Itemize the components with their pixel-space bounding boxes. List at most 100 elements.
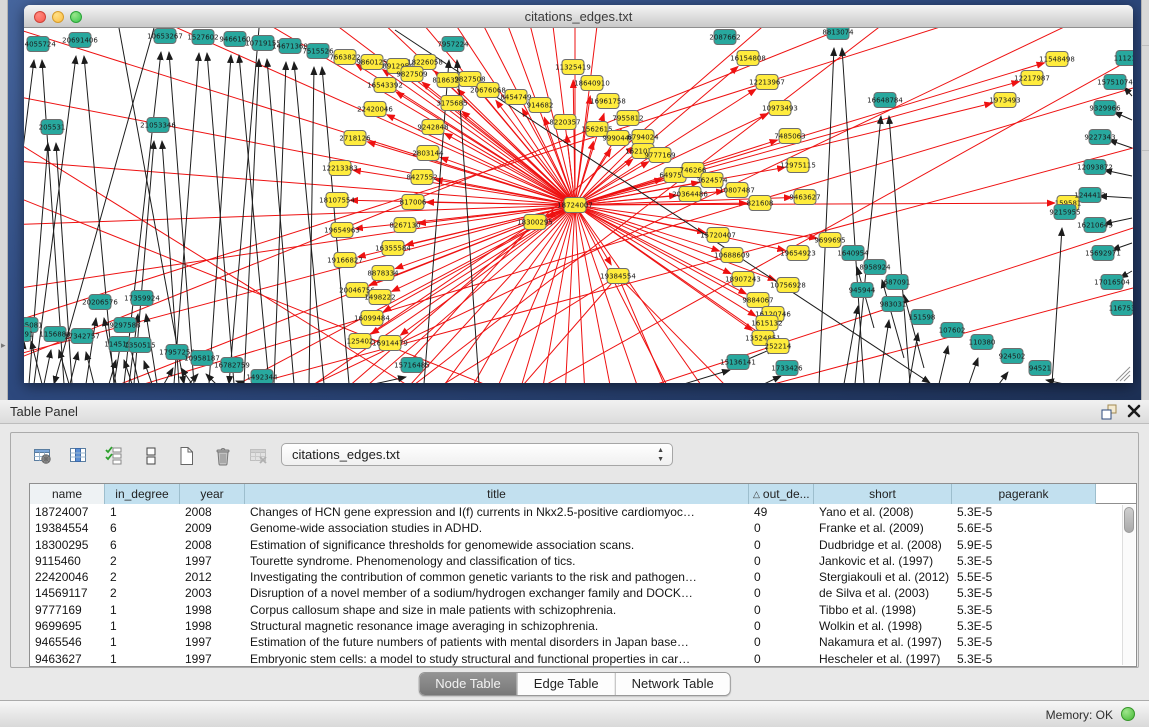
table-row[interactable]: 1830029562008Estimation of significance … (30, 537, 1136, 553)
memory-status-icon[interactable] (1121, 707, 1135, 721)
column-header-name[interactable]: name (30, 484, 105, 504)
graph-node[interactable]: 1527602 (187, 30, 218, 45)
graph-node[interactable]: 9699695 (814, 233, 845, 248)
graph-node[interactable]: 8878334 (367, 266, 399, 281)
table-row[interactable]: 1872400712008Changes of HCN gene express… (30, 504, 1136, 520)
column-header-out_degree[interactable]: △out_de... (749, 484, 814, 504)
graph-node[interactable]: 1640954 (837, 246, 869, 261)
graph-node[interactable]: 19654923 (780, 246, 816, 261)
graph-node[interactable]: 18107554 (319, 193, 355, 208)
tab-node-table[interactable]: Node Table (419, 673, 517, 695)
select-rows-icon[interactable] (100, 443, 130, 469)
table-selector-dropdown[interactable]: citations_edges.txt ▲▼ (281, 443, 673, 466)
graph-node[interactable]: 9242848 (417, 120, 448, 135)
graph-node[interactable]: 15751074 (1097, 75, 1133, 90)
graph-node[interactable]: 16961758 (590, 94, 626, 109)
graph-node[interactable]: 2087662 (709, 30, 740, 45)
delete-column-icon[interactable] (208, 443, 238, 469)
graph-node[interactable]: 1973493 (989, 93, 1020, 108)
graph-node[interactable]: 15692971 (1085, 246, 1121, 261)
graph-node[interactable]: 817006 (400, 195, 427, 210)
graph-node[interactable]: 151598 (909, 310, 936, 325)
graph-node[interactable]: 12217987 (1014, 71, 1050, 86)
graph-node[interactable]: 7515526 (302, 44, 334, 59)
graph-node[interactable]: 9827509 (396, 67, 427, 82)
graph-node[interactable]: 8813074 (822, 28, 854, 40)
graph-node[interactable]: 945944 (849, 283, 876, 298)
table-row[interactable]: 1938455462009Genome-wide association stu… (30, 520, 1136, 536)
graph-node[interactable]: 252214 (765, 339, 792, 354)
graph-node[interactable]: 11548498 (1039, 52, 1075, 67)
graph-node[interactable]: 2803144 (412, 146, 444, 161)
graph-node[interactable]: 12213383 (322, 161, 358, 176)
graph-node[interactable]: 116753 (1109, 301, 1133, 316)
graph-node[interactable]: 1733426 (771, 361, 803, 376)
graph-node[interactable]: 9463627 (789, 190, 820, 205)
graph-node[interactable]: 8267130 (389, 218, 420, 233)
table-row[interactable]: 977716911998Corpus callosum shape and si… (30, 602, 1136, 618)
graph-node[interactable]: 16355584 (375, 241, 411, 256)
graph-node[interactable]: 15136141 (720, 355, 756, 370)
table-row[interactable]: 2242004622012Investigating the contribut… (30, 569, 1136, 585)
table-row[interactable]: 946554611997Estimation of the future num… (30, 634, 1136, 650)
graph-node[interactable]: 8427552 (406, 170, 437, 185)
graph-node[interactable]: 9215955 (1049, 205, 1080, 220)
graph-node[interactable]: 20206576 (82, 295, 118, 310)
table-row[interactable]: 946362711997Embryonic stem cells: a mode… (30, 651, 1136, 667)
column-header-short[interactable]: short (814, 484, 952, 504)
graph-node[interactable]: 205531 (39, 120, 66, 135)
graph-node[interactable]: 8958924 (859, 260, 891, 275)
graph-node[interactable]: 16914479 (372, 336, 408, 351)
graph-node[interactable]: 12213967 (749, 75, 785, 90)
table-scrollbar-thumb[interactable] (1124, 507, 1134, 533)
graph-node[interactable]: 19166827 (327, 253, 363, 268)
graph-node[interactable]: 1492344 (246, 370, 278, 384)
graph-node[interactable]: 22420046 (357, 102, 393, 117)
graph-node[interactable]: 10653267 (147, 29, 183, 44)
network-graph[interactable]: 1872400776638229860125891295418226058982… (24, 28, 1133, 383)
table-settings-icon[interactable] (28, 443, 58, 469)
graph-node[interactable]: 7485063 (774, 129, 805, 144)
graph-node[interactable]: 111210 (1114, 51, 1133, 66)
column-header-year[interactable]: year (180, 484, 245, 504)
table-row[interactable]: 1456911722003Disruption of a novel membe… (30, 585, 1136, 601)
graph-node[interactable]: 16210645 (1077, 218, 1113, 233)
graph-node[interactable]: 914682 (527, 98, 554, 113)
panel-collapse-arrow-icon[interactable]: ▸ (1, 340, 6, 351)
graph-node[interactable]: 2718126 (339, 131, 371, 146)
graph-node[interactable]: 17016504 (1094, 275, 1130, 290)
network-window-titlebar[interactable]: citations_edges.txt (24, 5, 1133, 28)
graph-node[interactable]: 14055724 (24, 37, 56, 52)
graph-node[interactable]: 1615132 (751, 316, 782, 331)
graph-node[interactable]: 94521 (1029, 361, 1051, 376)
graph-node[interactable]: 3624574 (696, 173, 728, 188)
graph-node[interactable]: 9329966 (1089, 101, 1121, 116)
close-panel-icon[interactable] (1126, 403, 1142, 419)
graph-node[interactable]: 9777169 (644, 148, 675, 163)
network-window[interactable]: citations_edges.txt 18724007766382298601… (24, 5, 1133, 383)
graph-node[interactable]: 21053346 (140, 118, 176, 133)
table-row[interactable]: 911546021997Tourette syndrome. Phenomeno… (30, 553, 1136, 569)
graph-node[interactable]: 19384554 (600, 269, 636, 284)
graph-node[interactable]: 983031 (880, 297, 907, 312)
column-header-title[interactable]: title (245, 484, 749, 504)
graph-node[interactable]: 10807487 (719, 183, 755, 198)
graph-node[interactable]: 9227343 (1084, 130, 1115, 145)
graph-node[interactable]: 16648784 (867, 93, 903, 108)
graph-node[interactable]: 7957224 (437, 37, 469, 52)
graph-node[interactable]: 11325419 (555, 60, 591, 75)
tab-network-table[interactable]: Network Table (615, 673, 730, 695)
graph-node[interactable]: 924502 (999, 349, 1026, 364)
graph-node[interactable]: 3175685 (436, 96, 467, 111)
graph-node[interactable]: 1244413 (1074, 188, 1105, 203)
graph-node[interactable]: 107602 (939, 323, 966, 338)
graph-node[interactable]: 18640910 (574, 76, 610, 91)
row-height-icon[interactable] (136, 443, 166, 469)
show-columns-icon[interactable] (64, 443, 94, 469)
new-column-icon[interactable] (172, 443, 202, 469)
graph-node[interactable]: 110380 (969, 335, 996, 350)
column-header-in_degree[interactable]: in_degree (105, 484, 180, 504)
graph-node[interactable]: 821608 (747, 196, 774, 211)
graph-node[interactable]: 1498222 (364, 290, 395, 305)
graph-node[interactable]: 10756928 (770, 278, 806, 293)
